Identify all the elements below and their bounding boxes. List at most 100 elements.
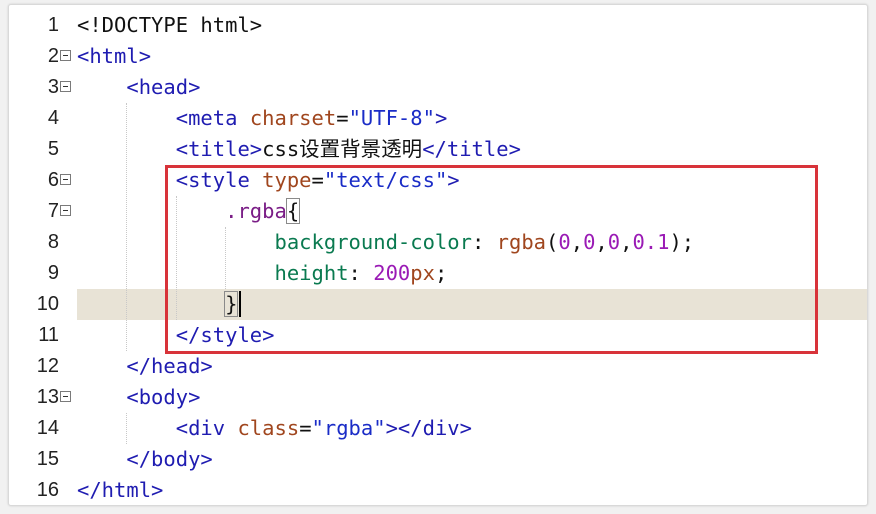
code-token: , (595, 230, 608, 254)
code-token: ( (546, 230, 559, 254)
line-number: 10 (36, 293, 59, 315)
code-token: background-color (274, 230, 472, 254)
code-line[interactable]: 1 <!DOCTYPE html> (9, 10, 867, 41)
code-text: background-color: rgba(0,0,0,0.1); (77, 227, 694, 258)
code-line[interactable]: 10 } (9, 289, 867, 320)
code-text: </style> (77, 320, 275, 351)
code-token: = (336, 106, 349, 130)
code-token: "rgba" (311, 416, 386, 440)
code-token: <body> (126, 385, 201, 409)
line-number: 11 (38, 324, 59, 346)
code-token: charset (249, 106, 337, 130)
code-token: </title> (422, 137, 521, 161)
line-number: 16 (36, 479, 59, 501)
code-token: <style (175, 168, 263, 192)
code-token: 0 (583, 230, 596, 254)
code-line[interactable]: 16 </html> (9, 475, 867, 505)
code-line[interactable]: 2 <html> (9, 41, 867, 72)
code-token: <head> (126, 75, 201, 99)
code-line[interactable]: 8 background-color: rgba(0,0,0,0.1); (9, 227, 867, 258)
code-token: css设置背景透明 (262, 137, 423, 161)
code-token: .rgba (225, 199, 287, 223)
code-text: <head> (77, 72, 200, 103)
code-line[interactable]: 4 <meta charset="UTF-8"> (9, 103, 867, 134)
code-token: <meta (175, 106, 250, 130)
code-line[interactable]: 6 <style type="text/css"> (9, 165, 867, 196)
code-line[interactable]: 14 <div class="rgba"></div> (9, 413, 867, 444)
code-text: </head> (77, 351, 213, 382)
code-token: </body> (126, 447, 213, 471)
code-token: </head> (126, 354, 213, 378)
code-token: <title> (175, 137, 263, 161)
code-text: <body> (77, 382, 200, 413)
code-text: height: 200px; (77, 258, 447, 289)
code-token: > (434, 106, 448, 130)
code-line[interactable]: 13 <body> (9, 382, 867, 413)
fold-toggle-icon[interactable] (60, 50, 71, 61)
code-line[interactable]: 7 .rgba{ (9, 196, 867, 227)
matched-bracket: { (285, 198, 301, 224)
code-line[interactable]: 3 <head> (9, 72, 867, 103)
code-text: <title>css设置背景透明</title> (77, 134, 521, 165)
line-number: 15 (36, 448, 59, 470)
code-token: > (447, 168, 460, 192)
code-token: 0 (558, 230, 571, 254)
fold-toggle-icon[interactable] (60, 391, 71, 402)
code-text: <meta charset="UTF-8"> (77, 103, 448, 134)
code-token: : (348, 261, 374, 285)
code-text: <!DOCTYPE html> (77, 10, 262, 41)
code-token: = (299, 416, 312, 440)
code-token: 0.1 (632, 230, 670, 254)
code-line[interactable]: 11 </style> (9, 320, 867, 351)
code-token: height (274, 261, 349, 285)
line-number: 12 (36, 355, 59, 377)
line-number: 8 (47, 231, 59, 253)
code-line[interactable]: 9 height: 200px; (9, 258, 867, 289)
code-token: <div (175, 416, 238, 440)
code-line[interactable]: 5 <title>css设置背景透明</title> (9, 134, 867, 165)
code-line[interactable]: 15 </body> (9, 444, 867, 475)
line-number: 5 (47, 138, 59, 160)
text-cursor (238, 291, 241, 317)
code-token: "UTF-8" (348, 106, 435, 130)
code-token: 200 (373, 261, 411, 285)
code-text: </html> (77, 475, 163, 505)
code-token: ></div> (385, 416, 472, 440)
code-editor[interactable]: 1 <!DOCTYPE html> 2 <html> 3 <head> 4 <meta c… (8, 4, 868, 506)
code-line[interactable]: 12 </head> (9, 351, 867, 382)
code-text: .rgba{ (77, 196, 301, 227)
code-token: class (237, 416, 300, 440)
code-text: <html> (77, 41, 151, 72)
line-number: 9 (47, 262, 59, 284)
code-text: } (77, 289, 239, 320)
matched-bracket: } (224, 291, 239, 317)
code-token: : (471, 230, 497, 254)
line-number: 1 (47, 14, 59, 36)
code-token: = (311, 168, 324, 192)
line-number: 13 (36, 386, 59, 408)
line-number: 3 (47, 76, 59, 98)
line-number: 6 (47, 169, 59, 191)
code-token: </style> (175, 323, 275, 347)
line-number: 4 (47, 107, 59, 129)
line-number: 2 (47, 45, 59, 67)
code-token: rgba (496, 230, 547, 254)
line-number: 7 (47, 200, 59, 222)
code-token: , (620, 230, 633, 254)
fold-toggle-icon[interactable] (60, 174, 71, 185)
code-token: <html> (77, 44, 152, 68)
fold-toggle-icon[interactable] (60, 205, 71, 216)
code-token: "text/css" (323, 168, 448, 192)
fold-toggle-icon[interactable] (60, 81, 71, 92)
